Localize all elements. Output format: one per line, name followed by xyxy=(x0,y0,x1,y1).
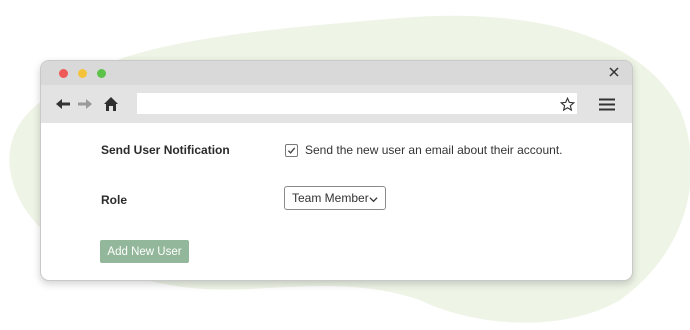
star-icon[interactable] xyxy=(557,94,577,114)
role-selected-value: Team Member xyxy=(292,191,369,205)
chevron-down-icon xyxy=(369,193,378,207)
title-bar xyxy=(41,61,632,85)
address-bar[interactable] xyxy=(137,93,577,114)
arrow-right-icon[interactable] xyxy=(75,94,95,114)
home-icon[interactable] xyxy=(101,94,121,114)
notification-checkbox[interactable] xyxy=(285,143,298,157)
window-maximize-dot[interactable] xyxy=(97,69,106,78)
notification-option: Send the new user an email about their a… xyxy=(285,143,563,157)
add-new-user-button[interactable]: Add New User xyxy=(100,240,189,263)
role-select[interactable]: Team Member xyxy=(284,186,386,210)
arrow-left-icon[interactable] xyxy=(53,94,73,114)
notification-description: Send the new user an email about their a… xyxy=(305,143,563,157)
notification-label: Send User Notification xyxy=(101,143,230,157)
hamburger-menu-icon[interactable] xyxy=(597,94,617,114)
browser-toolbar xyxy=(41,85,632,123)
close-icon[interactable] xyxy=(606,64,622,80)
window-close-dot[interactable] xyxy=(59,69,68,78)
window-minimize-dot[interactable] xyxy=(78,69,87,78)
browser-window: Send User Notification Send the new user… xyxy=(40,60,633,281)
role-label: Role xyxy=(101,193,128,207)
add-user-form: Send User Notification Send the new user… xyxy=(41,123,632,280)
